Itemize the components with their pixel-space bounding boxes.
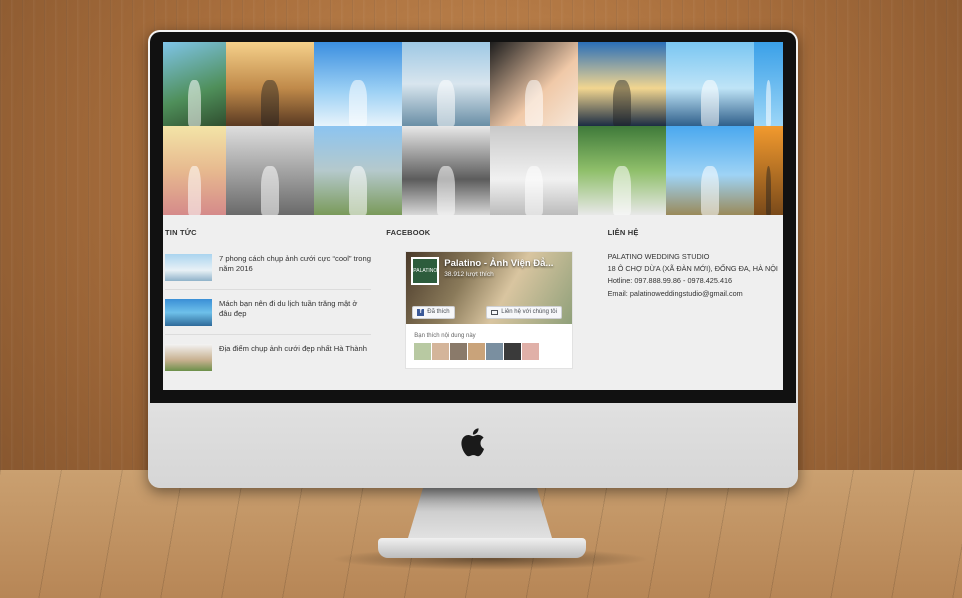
facebook-like-label: Đã thích	[427, 309, 450, 315]
gallery-photo[interactable]	[163, 42, 226, 126]
news-thumbnail[interactable]	[165, 344, 212, 371]
facebook-page-logo[interactable]: PALATINO	[411, 257, 440, 285]
apple-icon	[461, 428, 485, 457]
facebook-friends-avatars	[414, 343, 540, 360]
gallery-photo[interactable]	[402, 126, 490, 215]
news-thumbnail[interactable]	[165, 254, 212, 281]
gallery-photo[interactable]	[578, 126, 666, 215]
gallery-photo[interactable]	[163, 126, 226, 215]
gallery-photo[interactable]	[402, 42, 490, 126]
contact-column: LIÊN HỆ PALATINO WEDDING STUDIO 18 Ô CHỢ…	[608, 228, 783, 390]
friend-avatar[interactable]	[414, 343, 432, 360]
news-link[interactable]: Địa điểm chụp ảnh cưới đẹp nhất Hà Thành	[219, 344, 367, 354]
friend-avatar[interactable]	[468, 343, 486, 360]
gallery-photo[interactable]	[754, 42, 783, 126]
news-item[interactable]: Mách bạn nên đi du lịch tuần trăng mật ở…	[165, 296, 371, 335]
facebook-page-name[interactable]: Palatino - Ảnh Viện Đẳ...	[444, 258, 553, 269]
facebook-column: FACEBOOK PALATINO Palatino - Ảnh Viện Đẳ…	[386, 228, 607, 390]
news-item[interactable]: 7 phong cách chụp ảnh cưới cực “cool” tr…	[165, 251, 371, 290]
contact-email[interactable]: Email: palatinoweddingstudio@gmail.com	[608, 288, 783, 300]
news-thumbnail[interactable]	[165, 299, 212, 326]
facebook-like-button[interactable]: f Đã thích	[412, 306, 455, 319]
gallery-photo[interactable]	[578, 42, 666, 126]
website-screen: TIN TỨC 7 phong cách chụp ảnh cưới cực “…	[163, 42, 783, 390]
footer-content: TIN TỨC 7 phong cách chụp ảnh cưới cực “…	[163, 215, 783, 390]
gallery-photo[interactable]	[314, 42, 402, 126]
news-link[interactable]: 7 phong cách chụp ảnh cưới cực “cool” tr…	[219, 254, 371, 274]
gallery-photo[interactable]	[666, 42, 754, 126]
gallery-photo[interactable]	[314, 126, 402, 215]
facebook-friends-label: Bạn thích nội dung này	[414, 333, 476, 339]
gallery-photo[interactable]	[666, 126, 754, 215]
news-item[interactable]: Địa điểm chụp ảnh cưới đẹp nhất Hà Thành	[165, 341, 371, 379]
friend-avatar[interactable]	[504, 343, 522, 360]
contact-hotline[interactable]: Hotline: 097.888.99.86 - 0978.425.416	[608, 275, 783, 287]
monitor-stand-base	[378, 538, 586, 558]
facebook-page-plugin: PALATINO Palatino - Ảnh Viện Đẳ... 38.91…	[405, 251, 574, 369]
contact-heading: LIÊN HỆ	[607, 228, 639, 237]
friend-avatar[interactable]	[522, 343, 540, 360]
facebook-like-count: 38.912 lượt thích	[444, 271, 494, 278]
gallery-photo[interactable]	[490, 42, 578, 126]
news-column: TIN TỨC 7 phong cách chụp ảnh cưới cực “…	[165, 228, 386, 390]
contact-address: 18 Ô CHỢ DỪA (XÃ ĐÀN MỚI), ĐỐNG ĐA, HÀ N…	[607, 264, 778, 274]
gallery-photo[interactable]	[754, 126, 783, 215]
facebook-f-icon: f	[417, 309, 425, 316]
facebook-contact-button[interactable]: Liên hệ với chúng tôi	[486, 306, 562, 319]
friend-avatar[interactable]	[450, 343, 468, 360]
contact-company: PALATINO WEDDING STUDIO	[607, 252, 710, 261]
news-heading: TIN TỨC	[165, 228, 197, 237]
gallery-photo[interactable]	[490, 126, 578, 215]
news-link[interactable]: Mách bạn nên đi du lịch tuần trăng mật ở…	[219, 299, 371, 319]
gallery-photo[interactable]	[226, 42, 314, 126]
facebook-contact-label: Liên hệ với chúng tôi	[501, 309, 557, 315]
facebook-cover-photo[interactable]: PALATINO Palatino - Ảnh Viện Đẳ... 38.91…	[406, 252, 573, 324]
friend-avatar[interactable]	[486, 343, 504, 360]
envelope-icon	[491, 310, 499, 315]
wedding-photo-gallery	[163, 42, 783, 215]
facebook-heading: FACEBOOK	[386, 228, 431, 237]
gallery-photo[interactable]	[226, 126, 314, 215]
friend-avatar[interactable]	[432, 343, 450, 360]
